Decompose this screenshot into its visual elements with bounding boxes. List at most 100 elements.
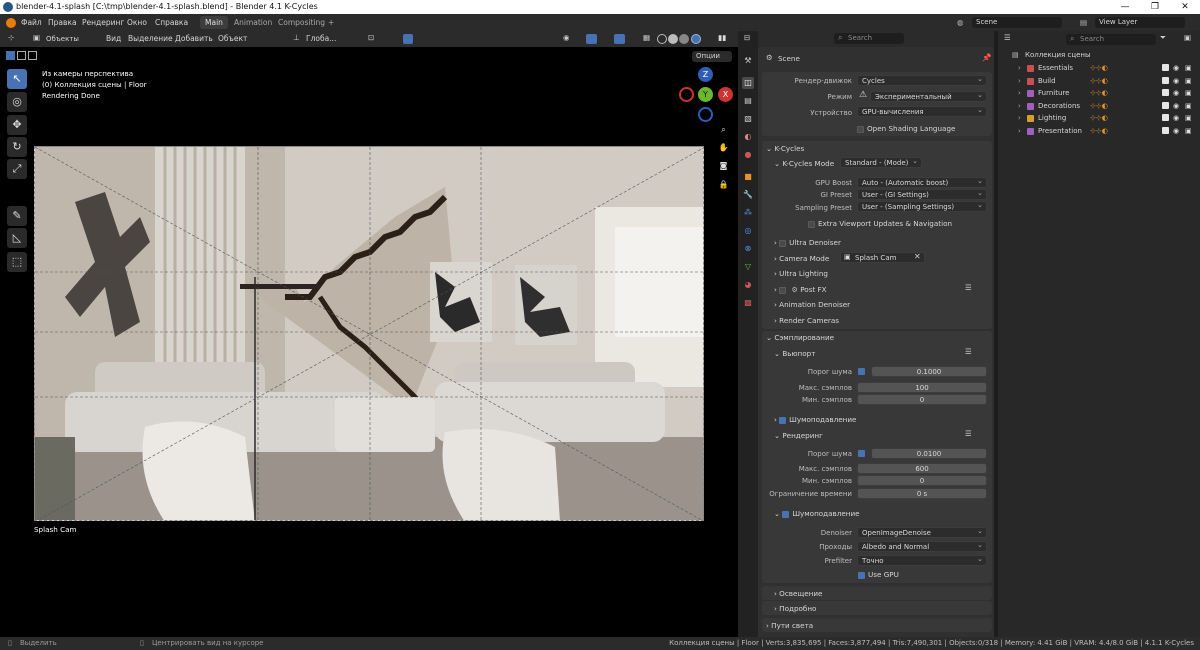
animation-denoiser-row[interactable]: › Animation Denoiser xyxy=(774,300,850,309)
scale-tool-icon[interactable]: ⤢ xyxy=(7,159,27,179)
physics-props-icon[interactable]: ◎ xyxy=(742,225,754,237)
scene-field[interactable]: Scene xyxy=(972,17,1062,28)
expand-chevron-icon[interactable]: › xyxy=(1018,62,1021,74)
shading-material-icon[interactable] xyxy=(679,34,689,44)
view-layer-props-icon[interactable]: ▧ xyxy=(742,113,754,125)
output-props-icon[interactable]: ▤ xyxy=(742,95,754,107)
close-button[interactable]: ✕ xyxy=(1170,0,1200,14)
expand-chevron-icon[interactable]: › xyxy=(1018,75,1021,87)
kcycles-mode-row[interactable]: ⌄ K-Cycles Mode xyxy=(774,159,834,168)
properties-search-input[interactable]: Search xyxy=(834,33,904,44)
axis-x-icon[interactable]: X xyxy=(679,87,694,102)
exclude-checkbox-icon[interactable] xyxy=(1162,64,1169,71)
menu-help[interactable]: Справка xyxy=(155,14,188,31)
menu-render[interactable]: Рендеринг xyxy=(82,14,124,31)
osl-checkbox[interactable]: Open Shading Language xyxy=(857,124,955,133)
texture-props-icon[interactable]: ▩ xyxy=(742,297,754,309)
tab-compositing[interactable]: Compositing xyxy=(273,16,330,29)
outliner-root-row[interactable]: ▤ Коллекция сцены xyxy=(1000,49,1196,61)
exclude-checkbox-icon[interactable] xyxy=(1162,114,1169,121)
menu-file[interactable]: Файл xyxy=(21,14,42,31)
material-props-icon[interactable]: ◕ xyxy=(742,279,754,291)
gpu-boost-select[interactable]: Auto - (Automatic boost) xyxy=(857,176,987,188)
maximize-button[interactable]: ❐ xyxy=(1140,0,1170,14)
constraints-props-icon[interactable]: ⊗ xyxy=(742,243,754,255)
menu-view[interactable]: Вид xyxy=(106,31,121,47)
3d-viewport[interactable]: Из камеры перспектива (0) Коллекция сцен… xyxy=(0,47,738,637)
data-props-icon[interactable]: ▽ xyxy=(742,261,754,273)
tool-props-icon[interactable]: ⚒ xyxy=(742,55,754,67)
add-cube-tool-icon[interactable]: ⬚ xyxy=(7,252,27,272)
outliner-search-input[interactable]: Search xyxy=(1066,34,1156,45)
exclude-checkbox-icon[interactable] xyxy=(1162,101,1169,109)
proportional-icon[interactable] xyxy=(403,34,413,44)
rotate-tool-icon[interactable]: ↻ xyxy=(7,137,27,157)
outliner-row-presentation[interactable]: › Presentation ⊹⊹◐ ◉ ▣ xyxy=(1000,125,1196,137)
render-props-icon[interactable]: ◫ xyxy=(742,77,754,89)
outliner-row-furniture[interactable]: › Furniture ⊹⊹◐ ◉ ▣ xyxy=(1000,87,1196,99)
expand-chevron-icon[interactable]: › xyxy=(1018,125,1021,137)
render-camera-icon[interactable]: ▣ xyxy=(1185,75,1192,87)
select-tool-icon[interactable]: ↖ xyxy=(7,69,27,89)
device-select[interactable]: GPU-вычисления xyxy=(857,105,987,117)
render-subpanel-header[interactable]: ⌄ Рендеринг xyxy=(774,431,823,440)
post-fx-row[interactable]: › ⚙ Post FX xyxy=(774,285,827,294)
vp-noise-threshold-checkbox[interactable] xyxy=(858,368,865,375)
vp-max-samples-field[interactable]: 100 xyxy=(857,382,987,393)
camera-mode-field[interactable]: Splash Cam xyxy=(840,252,925,263)
visibility-eye-icon[interactable]: ◉ xyxy=(1173,125,1179,137)
visibility-eye-icon[interactable]: ◉ xyxy=(1173,75,1179,87)
visibility-icon[interactable]: ◉ xyxy=(563,33,570,42)
camera-view-icon[interactable]: ◙ xyxy=(716,158,731,173)
modifier-props-icon[interactable]: 🔧 xyxy=(742,189,754,201)
particles-props-icon[interactable]: ⁂ xyxy=(742,207,754,219)
view-layer-field[interactable]: View Layer xyxy=(1095,17,1185,28)
axis-z-neg-icon[interactable] xyxy=(698,107,713,122)
exclude-checkbox-icon[interactable] xyxy=(1162,76,1169,84)
axis-x-pos-icon[interactable]: X xyxy=(718,87,733,102)
render-camera-icon[interactable]: ▣ xyxy=(1185,125,1192,137)
overlay-icon[interactable] xyxy=(614,34,625,44)
gi-preset-select[interactable]: User - (GI Settings) xyxy=(857,188,987,200)
exclude-checkbox-icon[interactable] xyxy=(1162,126,1169,134)
editor-type-icon[interactable]: ⊹ xyxy=(8,33,14,42)
new-collection-icon[interactable]: ▣ xyxy=(1184,33,1191,42)
filter-icon[interactable]: ⏷ xyxy=(1160,33,1166,43)
ultra-lighting-row[interactable]: › Ultra Lighting xyxy=(774,269,828,278)
kcycles-mode-select[interactable]: Standard - (Mode) xyxy=(840,156,922,168)
axis-y-icon[interactable]: Y xyxy=(698,87,713,102)
vp-min-samples-field[interactable]: 0 xyxy=(857,394,987,405)
expand-chevron-icon[interactable]: › xyxy=(1018,112,1021,124)
add-workspace-button[interactable]: + xyxy=(323,16,339,29)
snap-icon[interactable]: ⊡ xyxy=(368,33,374,42)
xray-icon[interactable]: ▦ xyxy=(643,33,650,42)
viewport-presets-icon[interactable]: ☰ xyxy=(965,347,972,356)
world-props-icon[interactable]: ● xyxy=(742,149,754,161)
r-noise-threshold-field[interactable]: 0.0100 xyxy=(871,448,987,459)
blender-menu-icon[interactable] xyxy=(6,18,16,28)
time-limit-field[interactable]: 0 s xyxy=(857,488,987,499)
lock-camera-icon[interactable]: 🔒 xyxy=(716,177,731,192)
outliner-row-lighting[interactable]: › Lighting ⊹⊹◐ ◉ ▣ xyxy=(1000,112,1196,124)
r-denoise-header[interactable]: ⌄ Шумоподавление xyxy=(774,509,860,518)
render-camera-icon[interactable]: ▣ xyxy=(1185,87,1192,99)
post-fx-list-icon[interactable]: ☰ xyxy=(965,283,972,292)
pan-hand-icon[interactable]: ✋ xyxy=(716,140,731,155)
move-tool-icon[interactable]: ✥ xyxy=(7,115,27,135)
measure-tool-icon[interactable]: ◺ xyxy=(7,228,27,248)
mode-select[interactable]: Объекты xyxy=(42,34,98,45)
r-min-samples-field[interactable]: 0 xyxy=(857,475,987,486)
render-camera-icon[interactable]: ▣ xyxy=(1185,62,1192,74)
lighting-row[interactable]: › Освещение xyxy=(774,589,822,598)
select-mode-subtract-icon[interactable] xyxy=(28,51,37,60)
vp-noise-threshold-field[interactable]: 0.1000 xyxy=(871,366,987,377)
clear-camera-icon[interactable]: ✕ xyxy=(914,252,921,261)
extra-updates-checkbox[interactable]: Extra Viewport Updates & Navigation xyxy=(808,219,952,228)
properties-editor-icon[interactable]: ⊟ xyxy=(744,33,750,42)
exclude-checkbox-icon[interactable] xyxy=(1162,89,1169,96)
r-noise-threshold-checkbox[interactable] xyxy=(858,450,865,457)
menu-object[interactable]: Объект xyxy=(218,31,247,47)
render-camera-icon[interactable]: ▣ xyxy=(1185,100,1192,112)
kcycles-header[interactable]: ⌄ K-Cycles xyxy=(766,144,804,153)
outliner-row-decorations[interactable]: › Decorations ⊹⊹◐ ◉ ▣ xyxy=(1000,100,1196,112)
